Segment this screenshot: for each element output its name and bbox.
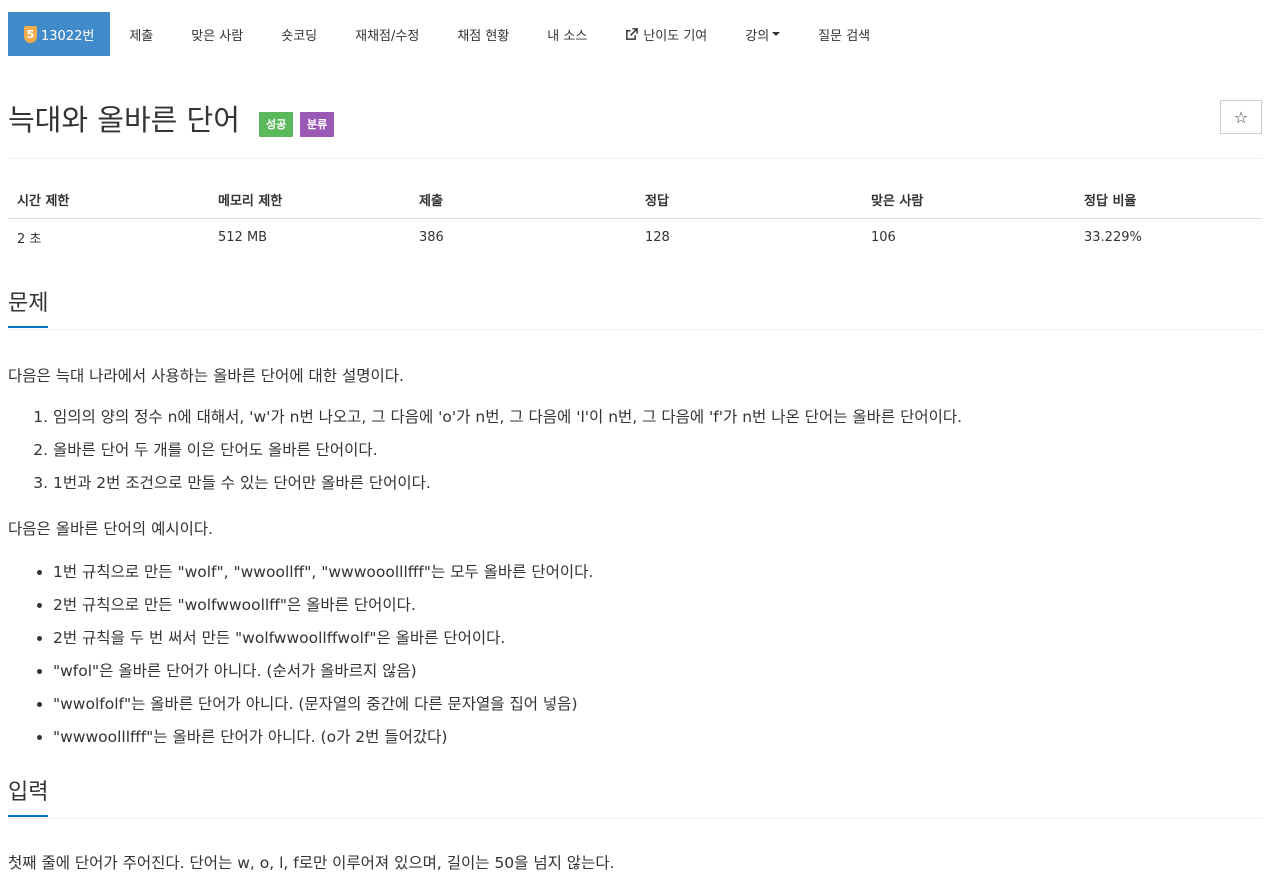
nav-my-source[interactable]: 내 소스: [528, 12, 606, 56]
tier-badge-icon: 5: [24, 25, 37, 43]
examples-intro: 다음은 올바른 단어의 예시이다.: [8, 520, 214, 538]
lecture-label: 강의: [745, 28, 770, 44]
problem-number-label: 13022번: [41, 28, 95, 44]
header-submissions: 제출: [410, 180, 636, 219]
list-item: 2번 규칙을 두 번 써서 만든 "wolfwwoollffwolf"은 올바른…: [53, 622, 593, 655]
cell-submissions: 386: [419, 229, 444, 245]
nav-problem-number[interactable]: 5 13022번: [8, 12, 111, 56]
problem-info-table: 시간 제한 메모리 제한 제출 정답 맞은 사람 정답 비율 2 초 512 M…: [8, 180, 1262, 255]
table-row: 2 초 512 MB 386 128 106 33.229%: [8, 219, 1262, 256]
nav-short-coding[interactable]: 숏코딩: [262, 12, 336, 56]
list-item: "wwwoolllfff"는 올바른 단어가 아니다. (o가 2번 들어갔다): [53, 721, 593, 754]
list-item: 2번 규칙으로 만든 "wolfwwoollff"은 올바른 단어이다.: [53, 589, 593, 622]
problem-nav: 5 13022번 제출 맞은 사람 숏코딩 재채점/수정 채점 현황 내 소스 …: [8, 12, 1262, 56]
star-icon: ☆: [1233, 107, 1249, 127]
cell-time-limit: 2 초: [17, 231, 42, 247]
input-heading: 입력: [8, 779, 49, 817]
description-intro: 다음은 늑대 나라에서 사용하는 올바른 단어에 대한 설명이다.: [8, 367, 404, 385]
nav-status[interactable]: 채점 현황: [438, 12, 528, 56]
rules-list: 임의의 양의 정수 n에 대해서, 'w'가 n번 나오고, 그 다음에 'o'…: [8, 401, 962, 500]
table-header-row: 시간 제한 메모리 제한 제출 정답 맞은 사람 정답 비율: [8, 180, 1262, 219]
cell-solved-users: 106: [871, 229, 896, 245]
header-solved-users: 맞은 사람: [862, 180, 1075, 219]
list-item: "wfol"은 올바른 단어가 아니다. (순서가 올바르지 않음): [53, 655, 593, 688]
title-divider: [8, 158, 1262, 159]
input-description: 첫째 줄에 단어가 주어진다. 단어는 w, o, l, f로만 이루어져 있으…: [8, 854, 615, 872]
problem-section-heading: 문제: [8, 290, 1262, 330]
list-item: 1번 규칙으로 만든 "wolf", "wwoollff", "wwwoooll…: [53, 556, 593, 589]
header-accepted: 정답: [636, 180, 862, 219]
list-item: 올바른 단어 두 개를 이은 단어도 올바른 단어이다.: [53, 434, 962, 467]
input-heading-divider: [8, 818, 1262, 819]
favorite-star-button[interactable]: ☆: [1220, 100, 1262, 134]
problem-heading-divider: [8, 329, 1262, 330]
nav-solved-users[interactable]: 맞은 사람: [172, 12, 262, 56]
nav-difficulty[interactable]: 난이도 기여: [606, 12, 726, 56]
cell-ratio: 33.229%: [1084, 229, 1142, 245]
input-section-heading: 입력: [8, 779, 1262, 819]
caret-down-icon: [772, 32, 781, 36]
cell-accepted: 128: [645, 229, 670, 245]
header-time-limit: 시간 제한: [8, 180, 209, 219]
examples-list: 1번 규칙으로 만든 "wolf", "wwoollff", "wwwoooll…: [8, 556, 593, 754]
problem-heading: 문제: [8, 290, 49, 328]
cell-memory-limit: 512 MB: [218, 229, 268, 245]
list-item: 임의의 양의 정수 n에 대해서, 'w'가 n번 나오고, 그 다음에 'o'…: [53, 401, 962, 434]
list-item: "wwolfolf"는 올바른 단어가 아니다. (문자열의 중간에 다른 문자…: [53, 688, 593, 721]
header-memory-limit: 메모리 제한: [209, 180, 410, 219]
tag-label[interactable]: 분류: [300, 112, 335, 137]
difficulty-label: 난이도 기여: [643, 28, 708, 44]
problem-title: 늑대와 올바른 단어: [8, 103, 240, 137]
list-item: 1번과 2번 조건으로 만들 수 있는 단어만 올바른 단어이다.: [53, 467, 962, 500]
nav-lecture-dropdown[interactable]: 강의: [726, 12, 799, 56]
title-row: 늑대와 올바른 단어 성공 분류 ☆: [8, 98, 1262, 146]
nav-rejudge[interactable]: 재채점/수정: [336, 12, 438, 56]
external-link-icon: [626, 27, 639, 40]
nav-submit[interactable]: 제출: [110, 12, 172, 56]
nav-question-search[interactable]: 질문 검색: [799, 12, 889, 56]
success-label: 성공: [259, 112, 294, 137]
header-ratio: 정답 비율: [1075, 180, 1262, 219]
